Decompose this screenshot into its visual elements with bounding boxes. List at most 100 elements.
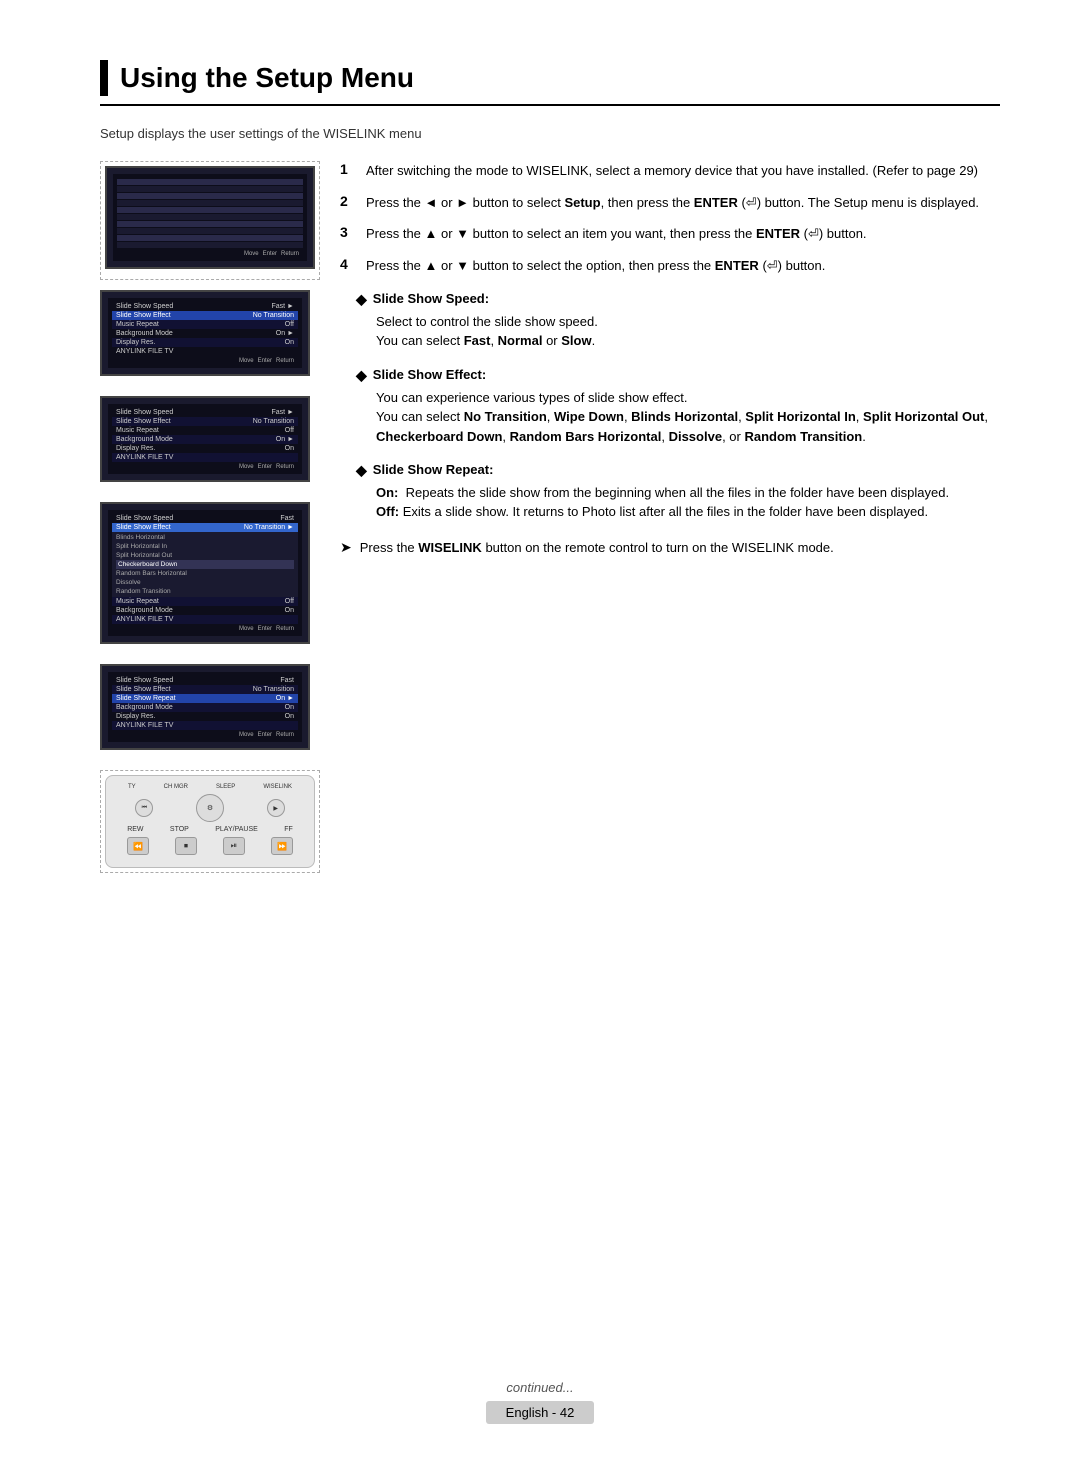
continued-text: continued... [0,1380,1080,1395]
tv-row-speed-label: Slide Show Speed [116,303,173,310]
note-content: Press the WISELINK button on the remote … [360,538,1000,558]
remote-transport-btns: ⏪ ⏹ ⏯ ⏩ [114,837,306,855]
tv-row-display-val: On [285,339,294,346]
tv-row-3-speed: Slide Show Speed Fast ► [112,408,298,417]
tv-bottom-bar-4: Move Enter Return [112,624,298,632]
steps-section: 1 After switching the mode to WISELINK, … [340,161,1000,275]
tv-row-4-display: ANYLINK FILE TV [112,615,298,624]
step-1-row: 1 After switching the mode to WISELINK, … [340,161,1000,181]
step-4-row: 4 Press the ▲ or ▼ button to select the … [340,256,1000,276]
bullet-repeat-title: ◆ Slide Show Repeat: [356,462,1000,479]
tv-row-5-effect: Slide Show Effect No Transition [112,685,298,694]
remote-control-wrapper: TY CH MGR SLEEP WISELINK ⏮ ⚙ ▶ REW STOP … [100,770,320,873]
tv-bottom-return-2: Return [276,358,294,364]
bullet-effect-title: ◆ Slide Show Effect: [356,367,1000,384]
tv-row-4-music: Music Repeat Off [112,597,298,606]
step-2-number: 2 [340,193,356,213]
step-3-content: Press the ▲ or ▼ button to select an ite… [366,224,1000,244]
effect-split-in: Split Horizontal In [745,409,856,424]
tv-row-4-effect: Slide Show Effect No Transition ► [112,523,298,532]
tv-row-effect: Slide Show Effect No Transition [112,311,298,320]
tv-row-anylink-label: ANYLINK FILE TV [116,348,173,355]
remote-btn-prev[interactable]: ⏮ [135,799,153,817]
bullet-effect-body: You can experience various types of slid… [376,388,1000,447]
tv-row-speed: Slide Show Speed Fast ► [112,302,298,311]
bullet-speed-body: Select to control the slide show speed. … [376,312,1000,351]
bullet-repeat-body: On: Repeats the slide show from the begi… [376,483,1000,522]
step-2-bold-enter: ENTER [694,195,738,210]
remote-btn-play[interactable]: ⏯ [223,837,245,855]
effect-random: Random Transition [744,429,862,444]
remote-btn-stop[interactable]: ⏹ [175,837,197,855]
tv-row-music: Music Repeat Off [112,320,298,329]
speed-fast: Fast [464,333,491,348]
tv-row-3-bg: Background Mode On ► [112,435,298,444]
speed-normal: Normal [498,333,543,348]
menu-stripe-8 [117,228,303,234]
remote-label-chmgr: CH MGR [164,784,188,790]
step-4-number: 4 [340,256,356,276]
tv-screen-wrapper-1: Move Enter Return [100,161,320,280]
step-4-content: Press the ▲ or ▼ button to select the op… [366,256,1000,276]
step-4-bold-enter: ENTER [715,258,759,273]
repeat-on-label: On: [376,485,398,500]
menu-stripe-7 [117,221,303,227]
title-section: Using the Setup Menu [100,60,1000,106]
remote-btn-next[interactable]: ▶ [267,799,285,817]
tv-row-3-effect: Slide Show Effect No Transition [112,417,298,426]
remote-btn-ff[interactable]: ⏩ [271,837,293,855]
title-bar-decoration [100,60,108,96]
diamond-icon-speed: ◆ [356,291,367,308]
effect-blinds: Blinds Horizontal [631,409,738,424]
remote-btn-rew[interactable]: ⏪ [127,837,149,855]
tv-row-5-speed: Slide Show Speed Fast [112,676,298,685]
bullet-speed: ◆ Slide Show Speed: Select to control th… [340,291,1000,351]
tv-bottom-bar-5: Move Enter Return [112,730,298,738]
menu-stripe-3 [117,193,303,199]
remote-label-rew: REW [127,826,143,833]
tv-row-3-anylink: ANYLINK FILE TV [112,453,298,462]
remote-label-stop: STOP [170,826,189,833]
bullet-effect-label: Slide Show Effect: [373,367,486,382]
tv-screen-inner-2: Slide Show Speed Fast ► Slide Show Effec… [108,298,302,368]
tv-row-3-music: Music Repeat Off [112,426,298,435]
page-badge: English - 42 [486,1401,595,1424]
remote-btn-settings[interactable]: ⚙ [196,794,224,822]
tv-row-5-anylink: ANYLINK FILE TV [112,721,298,730]
tv-screen-section-3: Slide Show Speed Fast ► Slide Show Effec… [100,396,320,488]
bullet-speed-label: Slide Show Speed: [373,291,489,306]
note-row: ➤ Press the WISELINK button on the remot… [340,538,1000,558]
page-title: Using the Setup Menu [120,62,414,94]
tv-bottom-bar-3: Move Enter Return [112,462,298,470]
effect-dissolve: Dissolve [669,429,722,444]
menu-stripe-10 [117,242,303,248]
remote-circle-row: ⏮ ⚙ ▶ [114,794,306,822]
remote-label-ff: FF [284,826,293,833]
remote-label-ty: TY [128,784,136,790]
page: Using the Setup Menu Setup displays the … [0,0,1080,1474]
diamond-icon-effect: ◆ [356,367,367,384]
effect-wipe: Wipe Down [554,409,624,424]
tv-screen-4: Slide Show Speed Fast Slide Show Effect … [100,502,310,644]
menu-stripe-5 [117,207,303,213]
tv-screen-5: Slide Show Speed Fast Slide Show Effect … [100,664,310,750]
step-2-bold-setup: Setup [564,195,600,210]
tv-row-music-label: Music Repeat [116,321,159,328]
tv-screen-section-5: Slide Show Speed Fast Slide Show Effect … [100,664,320,756]
step-1-number: 1 [340,161,356,181]
tv-row-3-display: Display Res. On [112,444,298,453]
tv-row-display: Display Res. On [112,338,298,347]
content-area: Move Enter Return Slide Show Speed Fast … [100,161,1000,877]
tv-screen-1: Move Enter Return [105,166,315,269]
tv-row-display-label: Display Res. [116,339,155,346]
tv-row-bg: Background Mode On ► [112,329,298,338]
menu-stripe-6 [117,214,303,220]
menu-stripe-9 [117,235,303,241]
step-2-content: Press the ◄ or ► button to select Setup,… [366,193,1000,213]
remote-label-playpause: PLAY/PAUSE [215,826,258,833]
menu-stripe-2 [117,186,303,192]
effect-none: No Transition [464,409,547,424]
step-1-content: After switching the mode to WISELINK, se… [366,161,1000,181]
tv-row-5-bg: Background Mode On [112,703,298,712]
step-3-row: 3 Press the ▲ or ▼ button to select an i… [340,224,1000,244]
